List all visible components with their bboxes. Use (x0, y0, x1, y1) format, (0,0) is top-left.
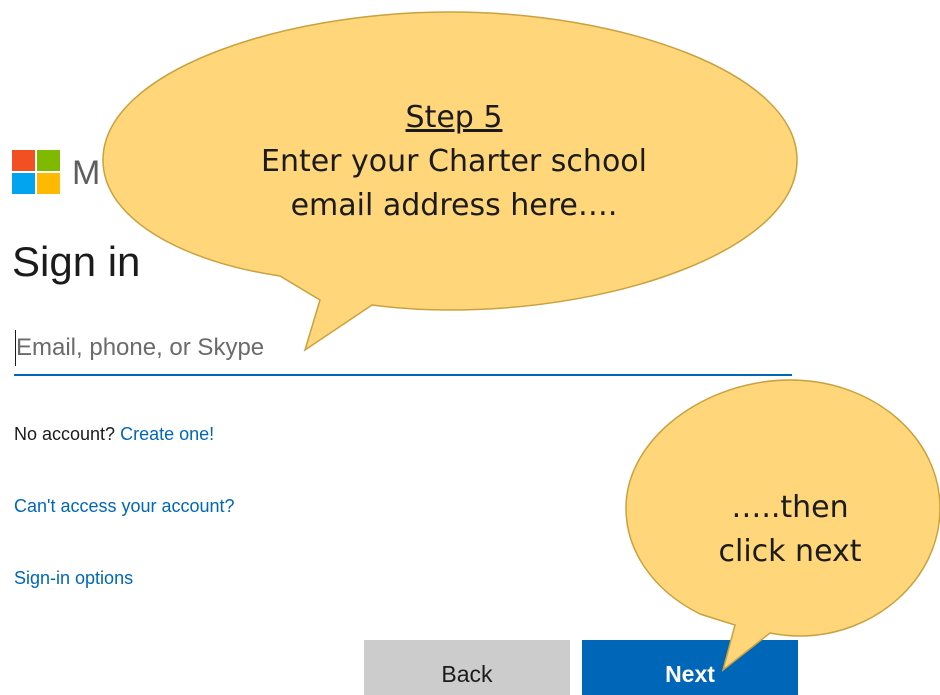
next-callout-line-1: …..then (731, 490, 849, 525)
page-title: Sign in (12, 238, 141, 285)
create-account-link[interactable]: Create one! (120, 424, 214, 444)
logo-green-square (37, 150, 60, 171)
no-account-label: No account? (14, 424, 116, 444)
logo-blue-square (12, 173, 35, 194)
brand-name: M (72, 154, 101, 192)
signin-options-link[interactable]: Sign-in options (14, 568, 133, 588)
microsoft-logo-icon (12, 150, 62, 196)
next-button[interactable]: Next (582, 640, 798, 695)
no-account-row: No account? Create one! (14, 424, 214, 445)
cant-access-row: Can't access your account? (14, 496, 235, 517)
step-heading: Step 5 (405, 100, 503, 135)
next-callout-line-2: click next (718, 534, 862, 569)
logo-red-square (12, 150, 35, 171)
step-line-1: Enter your Charter school (260, 144, 647, 179)
email-field[interactable] (14, 322, 792, 376)
signin-options-row: Sign-in options (14, 568, 133, 589)
next-callout-text: …..then click next (680, 486, 900, 574)
step-line-2: email address here…. (290, 188, 618, 223)
sign-in-page: M Sign in No account? Create one! Can't … (0, 0, 940, 695)
logo-yellow-square (37, 173, 60, 194)
step-callout-text: Step 5 Enter your Charter school email a… (180, 96, 728, 228)
back-button[interactable]: Back (364, 640, 570, 695)
text-caret (15, 330, 16, 366)
cant-access-account-link[interactable]: Can't access your account? (14, 496, 235, 516)
